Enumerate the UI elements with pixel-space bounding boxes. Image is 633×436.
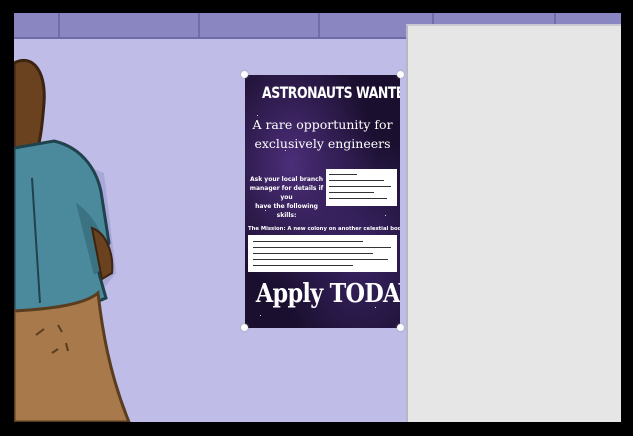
- poster-skills-line: [329, 186, 391, 187]
- character-hair: [14, 59, 46, 155]
- player-character[interactable]: [14, 53, 144, 422]
- poster-pin-top-left: [241, 71, 248, 78]
- poster-details-line: Ask your local branch: [250, 176, 323, 183]
- poster-apply-today: Apply TODAY!: [255, 279, 400, 309]
- poster-skills-line: [329, 174, 357, 175]
- poster-mission-box: [248, 235, 397, 272]
- poster-mission-line: [253, 241, 363, 242]
- character-pants: [14, 290, 131, 422]
- side-panel: [406, 24, 621, 422]
- ceiling-divider: [318, 13, 320, 37]
- ceiling-divider: [58, 13, 60, 37]
- poster-details-text: Ask your local branch manager for detail…: [249, 175, 324, 220]
- poster-title: ASTRONAUTS WANTED!: [262, 83, 400, 102]
- poster-mission-line: [253, 259, 388, 260]
- poster-skills-line: [329, 192, 374, 193]
- game-viewport: { "poster": { "title": "ASTRONAUTS WANTE…: [0, 0, 633, 436]
- poster-pin-bottom-right: [397, 324, 404, 331]
- poster-mission-line: [253, 253, 373, 254]
- game-scene: ASTRONAUTS WANTED! A rare opportunity fo…: [14, 13, 621, 422]
- poster-mission-line: [253, 265, 353, 266]
- poster-skills-line: [329, 198, 387, 199]
- poster-mission-text: The Mission: A new colony on another cel…: [248, 226, 400, 232]
- poster-skills-box: [326, 169, 397, 206]
- poster-details-line: have the following skills:: [255, 203, 318, 219]
- poster-subtitle-line2: exclusively engineers: [254, 136, 391, 151]
- astronaut-recruitment-poster[interactable]: ASTRONAUTS WANTED! A rare opportunity fo…: [245, 75, 400, 328]
- poster-mission-line: [253, 247, 391, 248]
- poster-skills-line: [329, 180, 384, 181]
- poster-subtitle-line1: A rare opportunity for: [252, 117, 393, 132]
- poster-details-line: manager for details if you: [249, 185, 324, 201]
- poster-pin-bottom-left: [241, 324, 248, 331]
- ceiling-divider: [198, 13, 200, 37]
- poster-pin-top-right: [397, 71, 404, 78]
